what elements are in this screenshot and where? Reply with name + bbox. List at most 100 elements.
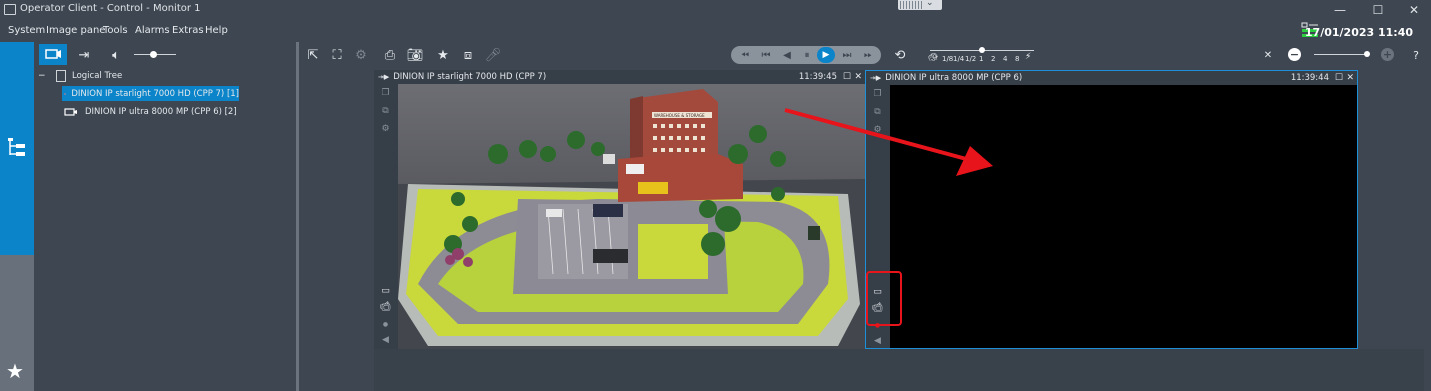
step-back-button[interactable]: ◀ <box>778 46 796 64</box>
camera-icon <box>64 107 77 116</box>
speed-slider-handle[interactable] <box>979 47 985 53</box>
minimize-button[interactable]: — <box>1322 0 1358 20</box>
speed-label-1-2: 1/2 <box>965 55 977 63</box>
pane-time: 11:39:45 <box>798 72 837 82</box>
toolbar <box>0 42 1431 68</box>
monitor-selector[interactable]: ⌄ <box>898 0 942 10</box>
title-bar: Operator Client - Control - Monitor 1 ⌄ … <box>0 0 1431 20</box>
ptz-icon[interactable]: ⚙ <box>352 46 370 64</box>
status-dot-icon: ● <box>382 321 389 328</box>
turtle-icon: 🐢︎ <box>928 53 939 62</box>
sequence-icon[interactable]: ⇱ <box>304 46 322 64</box>
bookmark-star-icon[interactable]: ★ <box>434 46 452 64</box>
volume-slider-handle[interactable] <box>150 51 157 58</box>
skip-play-icon: ⇥ <box>78 47 90 63</box>
instant-playback-icon[interactable]: ⧈ <box>459 46 477 64</box>
pane-side-toolbar: ❐ ⧉ ⚙ ▭ 📹︎ ● ◀ <box>374 84 398 349</box>
pane-rectangle-icon[interactable]: ▭ <box>379 285 392 296</box>
menu-extras[interactable]: Extras <box>172 25 204 36</box>
layers-icon[interactable]: ❐ <box>379 87 392 98</box>
speed-label-1-8: 1/8 <box>942 55 954 63</box>
live-mode-button[interactable] <box>39 44 67 65</box>
pane-title: DINION IP ultra 8000 MP (CPP 6) <box>885 73 1023 83</box>
rabbit-icon: ⚡︎ <box>1025 52 1032 62</box>
date-time: 17/01/2023 11:40 <box>1304 26 1413 39</box>
left-nav-strip: ★ <box>0 42 34 391</box>
menu-help[interactable]: Help <box>205 25 228 36</box>
playback-toggle-icon[interactable]: ⇥▶ <box>378 73 389 81</box>
play-button[interactable]: ▶ <box>817 47 835 63</box>
playback-toggle-icon[interactable]: ⇥▶ <box>870 74 881 82</box>
menu-bar: System Image pane Tools Alarms Extras He… <box>0 20 1431 41</box>
pause-button[interactable]: ⏸︎ <box>798 46 816 64</box>
collapse-panes-icon[interactable]: ✕ <box>1259 46 1277 64</box>
speed-label-4: 4 <box>1003 55 1008 63</box>
ptz-icon[interactable]: ⚙ <box>379 123 392 134</box>
app-icon <box>4 4 16 15</box>
maximize-button[interactable]: ☐ <box>1360 0 1396 20</box>
audio-icon[interactable]: ◀ <box>871 335 884 346</box>
menu-image-pane[interactable]: Image pane <box>46 25 105 36</box>
speed-slider[interactable] <box>930 47 1034 53</box>
annotation-arrow-icon <box>784 108 993 176</box>
chevron-down-icon: ⌄ <box>926 0 934 8</box>
tree-icon <box>8 138 25 156</box>
annotation-highlight-box <box>866 271 902 326</box>
menu-alarms[interactable]: Alarms <box>135 25 170 36</box>
empty-pane-area <box>374 349 1424 391</box>
warehouse-sign: WAREHOUSE & STORAGE <box>654 113 705 118</box>
tree-item-camera-2[interactable]: DINION IP ultra 8000 MP (CPP 6) [2] <box>62 104 237 119</box>
logical-tree-tab[interactable] <box>0 42 34 255</box>
favorites-tab[interactable]: ★ <box>0 255 34 391</box>
playback-mode-button[interactable]: ⇥ <box>74 46 94 64</box>
loop-icon[interactable]: ⟲ <box>890 46 910 64</box>
monitor-grid-icon <box>900 1 922 9</box>
pane-header: ⇥▶ DINION IP starlight 7000 HD (CPP 7) 1… <box>374 70 865 84</box>
speed-label-1-4: 1/4 <box>953 55 965 63</box>
skip-forward-button[interactable]: ⏭︎ <box>838 46 856 64</box>
close-pane-icon[interactable]: ✕ <box>854 72 862 82</box>
volume-slider[interactable] <box>134 51 176 58</box>
zoom-out-button[interactable]: − <box>1288 48 1301 61</box>
camera-icon <box>45 49 61 59</box>
skip-back-button[interactable]: ⏮︎ <box>757 46 775 64</box>
zoom-region-icon[interactable]: ⧉ <box>379 105 392 116</box>
menu-system[interactable]: System <box>8 25 45 36</box>
favorites-star-icon: ★ <box>6 359 24 383</box>
fast-forward-button[interactable]: ⏩︎ <box>858 46 878 64</box>
speed-label-8: 8 <box>1015 55 1020 63</box>
print-icon[interactable]: ⎙ <box>381 46 399 64</box>
tree-item-label: DINION IP starlight 7000 HD (CPP 7) [1] <box>71 88 239 99</box>
speed-label-1: 1 <box>979 55 984 63</box>
zoom-slider-handle[interactable] <box>1364 51 1370 57</box>
menu-tools[interactable]: Tools <box>103 25 128 36</box>
tree-root[interactable]: − Logical Tree <box>38 68 122 83</box>
collapse-icon[interactable]: − <box>38 71 48 81</box>
tree-item-camera-1[interactable]: DINION IP starlight 7000 HD (CPP 7) [1] <box>62 86 239 101</box>
speaker-icon[interactable]: 🔈︎ <box>106 46 126 64</box>
camera-red-icon <box>64 92 66 95</box>
speed-label-2: 2 <box>991 55 996 63</box>
zoom-in-button[interactable]: + <box>1381 48 1394 61</box>
fast-rewind-button[interactable]: ⏪︎ <box>735 46 755 64</box>
layers-icon[interactable]: ❐ <box>871 88 884 99</box>
close-pane-icon[interactable]: ✕ <box>1346 73 1354 83</box>
logical-tree-panel: − Logical Tree DINION IP starlight 7000 … <box>34 68 296 391</box>
tree-root-icon <box>56 69 66 82</box>
audio-icon[interactable]: ◀ <box>379 334 392 345</box>
pane-header: ⇥▶ DINION IP ultra 8000 MP (CPP 6) 11:39… <box>866 71 1357 85</box>
microphone-icon[interactable]: 🎤︎ <box>485 46 502 64</box>
full-screen-icon[interactable]: ⛶ <box>328 46 346 64</box>
maximize-pane-icon[interactable]: ☐ <box>843 72 851 82</box>
tree-root-label: Logical Tree <box>72 70 123 81</box>
maximize-pane-icon[interactable]: ☐ <box>1335 73 1343 83</box>
tree-item-label: DINION IP ultra 8000 MP (CPP 6) [2] <box>85 106 237 117</box>
zoom-slider[interactable] <box>1314 51 1370 57</box>
close-button[interactable]: ✕ <box>1396 0 1431 20</box>
pane-title: DINION IP starlight 7000 HD (CPP 7) <box>393 72 547 82</box>
help-button[interactable]: ? <box>1408 46 1424 64</box>
snapshot-icon[interactable]: 📷︎ <box>406 46 424 64</box>
pane-time: 11:39:44 <box>1290 73 1329 83</box>
pane-camera-lock-icon[interactable]: 📹︎ <box>379 301 392 312</box>
window-title: Operator Client - Control - Monitor 1 <box>20 3 201 14</box>
